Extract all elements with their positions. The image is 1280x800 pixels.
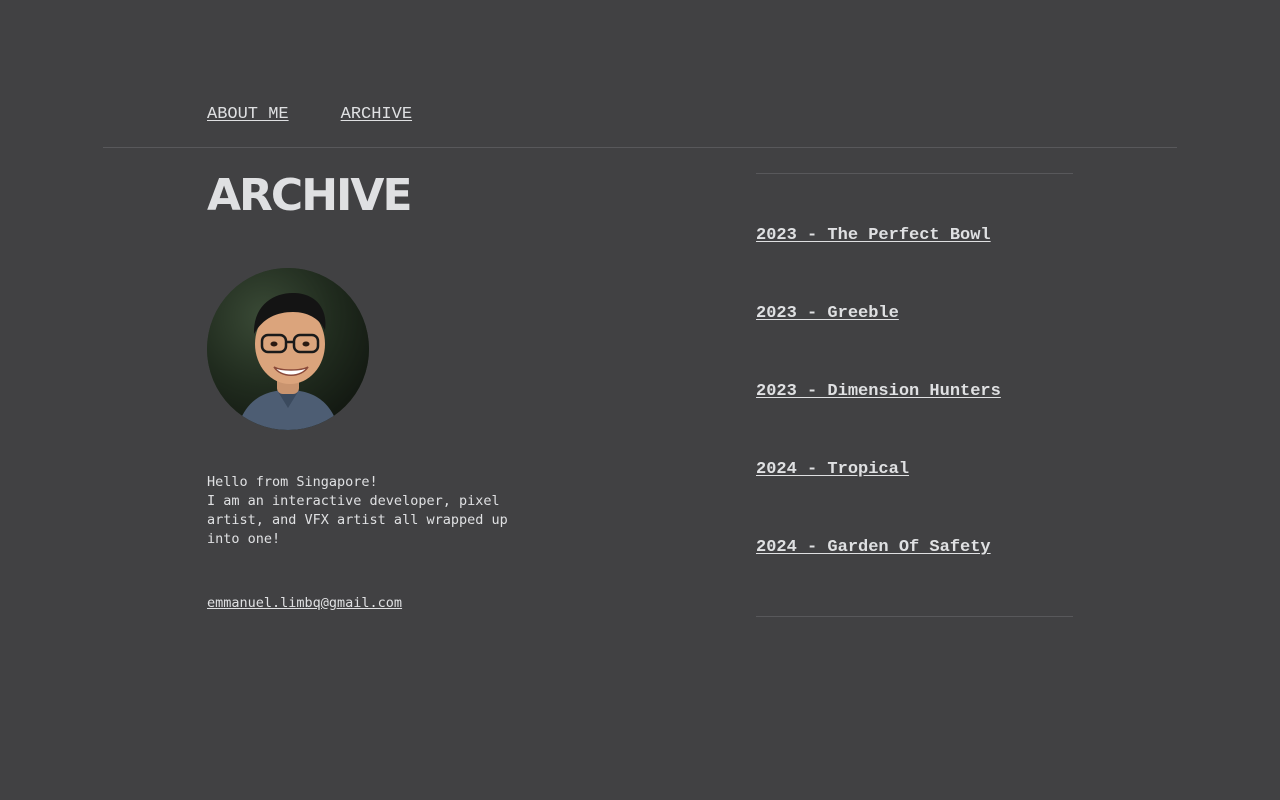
archive-link-the-perfect-bowl[interactable]: 2023 - The Perfect Bowl [756, 226, 991, 245]
archive-link-greeble[interactable]: 2023 - Greeble [756, 304, 899, 323]
profile-bio: Hello from Singapore! I am an interactiv… [207, 473, 517, 549]
page: ABOUT ME ARCHIVE ARCHIVE Hello from Sing… [0, 0, 1280, 800]
page-title: ARCHIVE [207, 170, 413, 221]
archive-item: 2023 - The Perfect Bowl [756, 226, 991, 245]
archive-link-dimension-hunters[interactable]: 2023 - Dimension Hunters [756, 382, 1001, 401]
header-divider [103, 147, 1177, 148]
nav-link-about-me[interactable]: ABOUT ME [207, 105, 289, 124]
archive-list: 2023 - The Perfect Bowl 2023 - Greeble 2… [756, 173, 1073, 617]
archive-item: 2023 - Greeble [756, 304, 899, 323]
archive-item: 2024 - Tropical [756, 460, 909, 479]
top-nav: ABOUT ME ARCHIVE [207, 105, 412, 124]
bio-greeting: Hello from Singapore! [207, 474, 378, 490]
archive-item: 2023 - Dimension Hunters [756, 382, 1001, 401]
archive-link-tropical[interactable]: 2024 - Tropical [756, 460, 909, 479]
email-link[interactable]: emmanuel.limbq@gmail.com [207, 595, 402, 611]
archive-link-garden-of-safety[interactable]: 2024 - Garden Of Safety [756, 538, 991, 557]
avatar-portrait-image [207, 268, 369, 430]
nav-link-archive[interactable]: ARCHIVE [341, 105, 412, 124]
avatar [207, 268, 369, 430]
archive-item: 2024 - Garden Of Safety [756, 538, 991, 557]
bio-description: I am an interactive developer, pixel art… [207, 493, 508, 547]
